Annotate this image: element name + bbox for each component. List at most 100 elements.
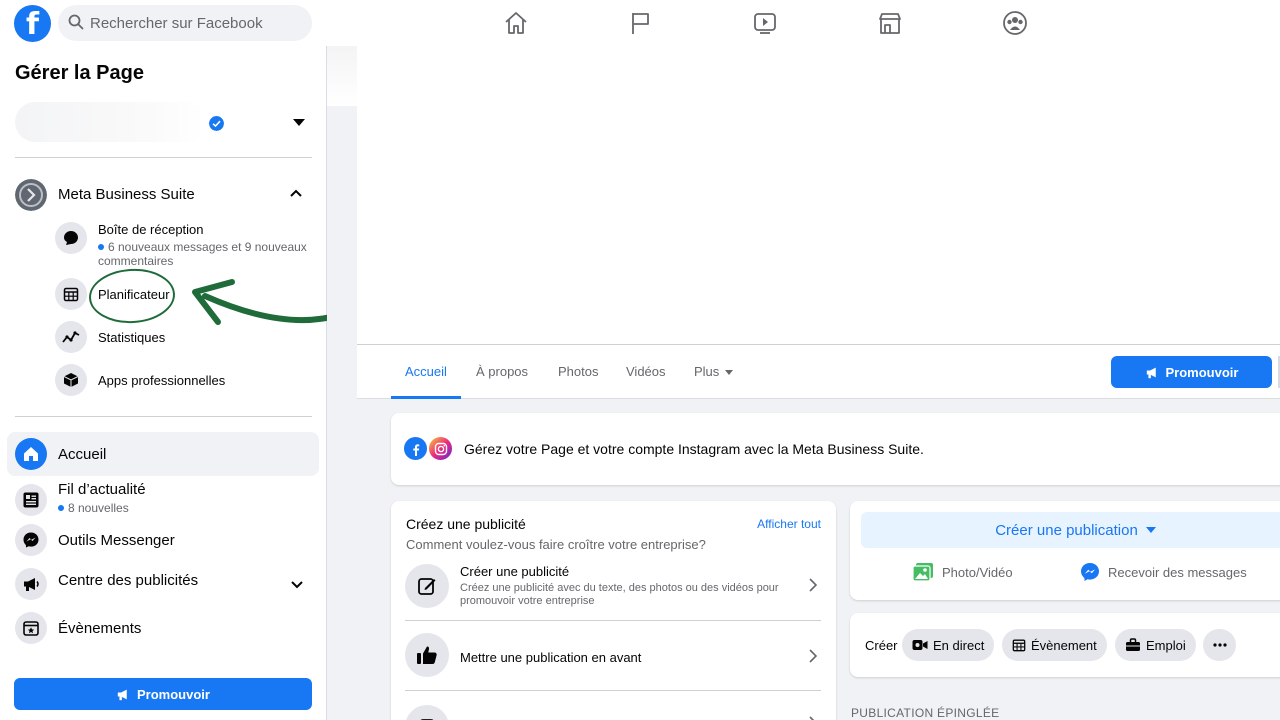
ad-row-description: Créez une publicité avec du texte, des p… xyxy=(460,582,779,607)
photo-icon xyxy=(912,563,933,582)
get-messages-label: Recevoir des messages xyxy=(1108,564,1247,580)
megaphone-icon xyxy=(15,568,47,600)
chevron-up-icon[interactable] xyxy=(290,189,302,197)
messenger-icon xyxy=(15,524,47,556)
chat-bubble-icon xyxy=(55,222,87,254)
ad-row-partial[interactable] xyxy=(405,704,821,720)
groups-icon[interactable] xyxy=(1001,9,1029,37)
cover-photo-area xyxy=(357,46,1280,344)
promote-button[interactable]: Promouvoir xyxy=(14,678,312,710)
event-label: Évènement xyxy=(1031,637,1097,653)
create-ad-title: Créez une publicité xyxy=(406,516,526,532)
create-post-button[interactable]: Créer une publication xyxy=(861,512,1280,548)
megaphone-icon xyxy=(1146,367,1156,378)
chevron-right-icon xyxy=(809,578,817,592)
top-navigation-bar: f xyxy=(0,0,1280,46)
live-video-label: En direct xyxy=(933,637,985,653)
edit-icon xyxy=(405,564,449,608)
sidebar-item-label: Boîte de réception xyxy=(98,222,204,237)
flag-icon[interactable] xyxy=(627,9,655,37)
sidebar-item-news-feed[interactable]: Fil d’actualité 8 nouvelles xyxy=(7,476,319,520)
sidebar-item-label: Apps professionnelles xyxy=(98,373,226,388)
promote-button[interactable]: Promouvoir xyxy=(1111,356,1272,388)
sidebar-item-label: Outils Messenger xyxy=(58,532,175,549)
promote-button-label: Promouvoir xyxy=(1165,364,1239,380)
search-bar[interactable] xyxy=(58,5,312,41)
manage-page-sidebar: Gérer la Page Meta Business Suite Boîte … xyxy=(0,46,327,720)
messenger-icon xyxy=(1081,563,1099,581)
ad-row-title: Mettre une publication en avant xyxy=(460,650,642,665)
sidebar-item-inbox[interactable]: Boîte de réception 6 nouveaux messages e… xyxy=(55,222,315,272)
home-icon xyxy=(15,438,47,470)
divider xyxy=(405,690,821,691)
verified-badge-icon xyxy=(209,116,224,131)
news-feed-notification: 8 nouvelles xyxy=(58,501,129,515)
divider xyxy=(15,157,312,158)
tab-more[interactable]: Plus xyxy=(680,345,747,399)
banner-text: Gérez votre Page et votre compte Instagr… xyxy=(464,441,924,457)
divider xyxy=(15,416,312,417)
calendar-icon xyxy=(1012,639,1026,652)
event-chip[interactable]: Évènement xyxy=(1002,629,1107,661)
promote-button-label: Promouvoir xyxy=(137,686,210,702)
megaphone-icon xyxy=(117,689,127,700)
sidebar-item-messenger-tools[interactable]: Outils Messenger xyxy=(7,518,319,562)
page-tab-bar: Accueil À propos Photos Vidéos Plus Prom… xyxy=(357,344,1280,399)
create-options-card: Créer En direct Évènement Emploi xyxy=(850,613,1280,677)
inbox-notification: 6 nouveaux messages et 9 nouveaux commen… xyxy=(98,240,308,268)
create-post-label: Créer une publication xyxy=(995,521,1138,539)
page-name-redacted xyxy=(15,102,205,142)
photo-video-button[interactable]: Photo/Vidéo xyxy=(912,559,1013,585)
briefcase-icon xyxy=(1126,638,1140,651)
meta-business-suite-toggle[interactable]: Meta Business Suite xyxy=(15,178,312,212)
unread-dot xyxy=(58,504,64,511)
instagram-icon xyxy=(427,435,454,462)
tab-photos[interactable]: Photos xyxy=(544,345,612,399)
sidebar-item-label: Accueil xyxy=(58,446,107,463)
cover-edge xyxy=(327,46,357,106)
boost-post-row[interactable]: Mettre une publication en avant xyxy=(405,632,821,680)
calendar-star-icon xyxy=(15,612,47,644)
more-options-button[interactable] xyxy=(1203,629,1236,661)
meta-business-suite-label: Meta Business Suite xyxy=(58,186,195,203)
see-all-link[interactable]: Afficher tout xyxy=(757,517,821,531)
get-messages-button[interactable]: Recevoir des messages xyxy=(1080,559,1247,585)
sidebar-item-planner[interactable]: Planificateur xyxy=(55,278,315,310)
job-chip[interactable]: Emploi xyxy=(1115,629,1196,661)
live-video-chip[interactable]: En direct xyxy=(902,629,995,661)
message-ad-icon xyxy=(405,705,449,720)
facebook-logo-icon[interactable]: f xyxy=(14,5,51,42)
calendar-icon xyxy=(55,278,87,310)
sidebar-item-statistics[interactable]: Statistiques xyxy=(55,321,315,353)
chevron-down-icon[interactable] xyxy=(291,581,303,589)
insights-icon xyxy=(55,321,87,353)
sidebar-item-business-apps[interactable]: Apps professionnelles xyxy=(55,364,315,396)
sidebar-item-ad-center[interactable]: Centre des publicités xyxy=(7,560,319,604)
more-dots-icon xyxy=(1212,643,1227,647)
tab-about[interactable]: À propos xyxy=(462,345,542,399)
marketplace-icon[interactable] xyxy=(876,9,904,37)
sidebar-item-label: Planificateur xyxy=(98,287,170,302)
caret-down-icon xyxy=(725,370,734,376)
tab-videos[interactable]: Vidéos xyxy=(612,345,680,399)
create-label: Créer xyxy=(865,638,898,653)
job-label: Emploi xyxy=(1146,637,1186,653)
video-icon[interactable] xyxy=(751,9,779,37)
tab-more-label: Plus xyxy=(694,364,720,379)
search-input[interactable] xyxy=(90,5,304,41)
sidebar-item-home[interactable]: Accueil xyxy=(7,432,319,476)
sidebar-item-events[interactable]: Évènements xyxy=(7,606,319,650)
sidebar-item-label: Statistiques xyxy=(98,330,166,345)
create-ad-subtitle: Comment voulez-vous faire croître votre … xyxy=(406,537,706,552)
home-icon[interactable] xyxy=(502,9,530,37)
caret-down-icon[interactable] xyxy=(293,119,305,126)
facebook-icon xyxy=(402,435,429,462)
meta-business-suite-banner[interactable]: Gérez votre Page et votre compte Instagr… xyxy=(391,413,1280,485)
create-ad-row[interactable]: Créer une publicité Créez une publicité … xyxy=(405,561,821,613)
tab-home[interactable]: Accueil xyxy=(391,345,461,399)
pinned-post-heading: PUBLICATION ÉPINGLÉE xyxy=(851,706,1000,720)
inbox-notification-text: 6 nouveaux messages et 9 nouveaux commen… xyxy=(98,240,307,268)
page-switcher[interactable] xyxy=(15,102,310,146)
divider xyxy=(405,620,821,621)
sidebar-item-label: Fil d’actualité xyxy=(58,481,146,498)
